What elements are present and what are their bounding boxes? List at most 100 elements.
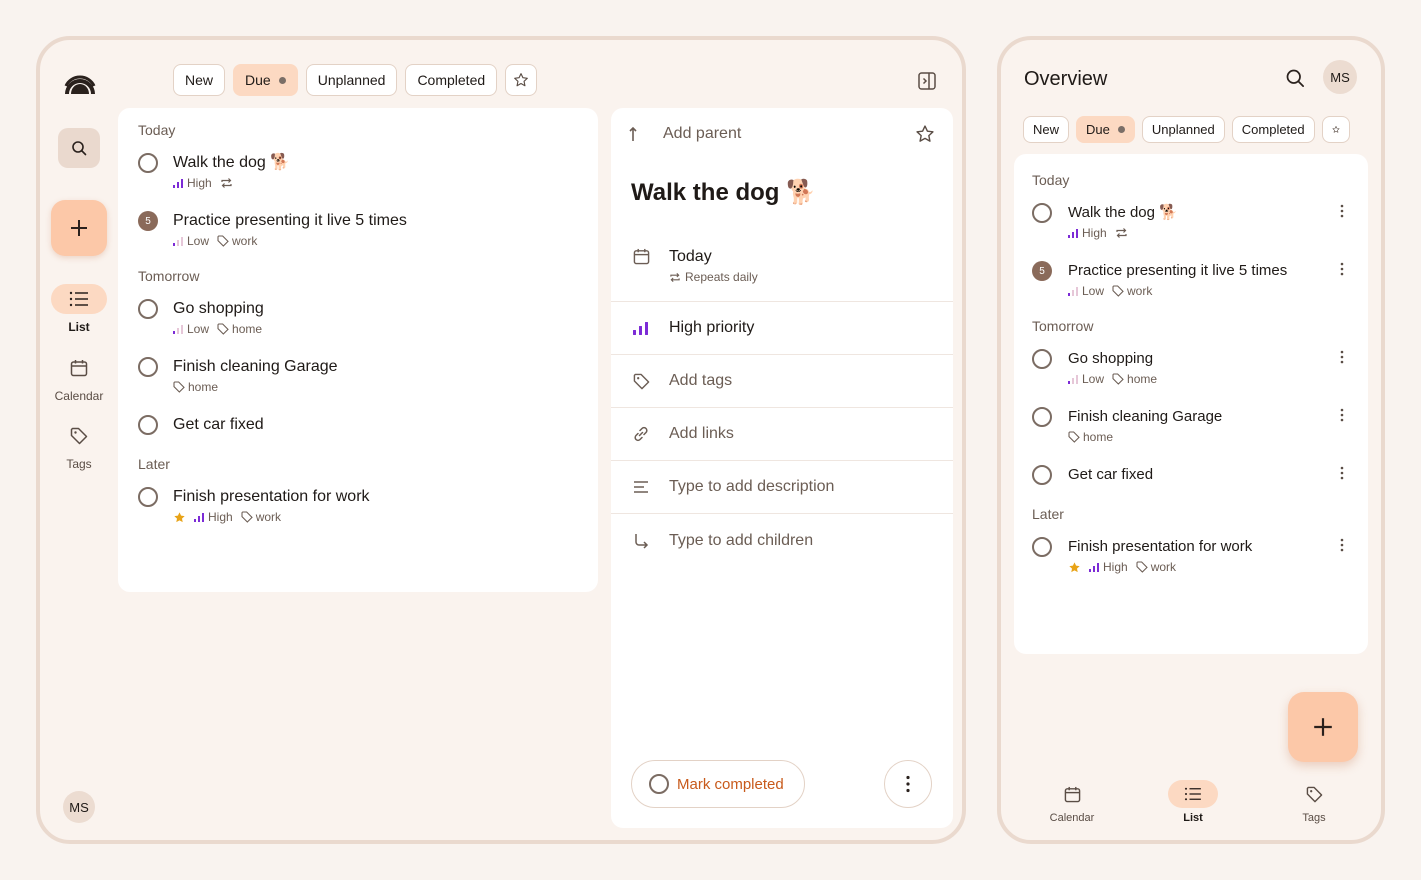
section-later: Later Finish presentation for work High … [1032, 506, 1350, 574]
occurrence-count-badge[interactable]: 5 [1032, 261, 1052, 281]
priority-label: High [208, 510, 233, 524]
description-row[interactable]: Type to add description [611, 461, 953, 514]
sidebar-item-label: List [68, 320, 90, 334]
sidebar-item-list[interactable]: List [48, 284, 110, 334]
task-title: Practice presenting it live 5 times [173, 212, 407, 229]
tag-label: home [1083, 430, 1114, 444]
task-meta: High [1068, 226, 1318, 240]
priority-high-icon [1089, 563, 1099, 572]
add-task-button[interactable] [51, 200, 107, 256]
calendar-icon [633, 248, 649, 265]
task-menu-button[interactable] [1334, 204, 1350, 218]
filter-label: Due [1086, 122, 1110, 137]
kebab-menu-icon [1340, 538, 1344, 552]
tab-label: Tags [1302, 812, 1326, 824]
add-links-label: Add links [669, 425, 734, 442]
add-tags-row[interactable]: Add tags [611, 355, 953, 408]
filter-label: Unplanned [317, 72, 386, 88]
filter-starred[interactable] [1321, 116, 1350, 143]
priority-row[interactable]: High priority [611, 302, 953, 355]
filter-completed[interactable]: Completed [405, 64, 498, 96]
tab-tags[interactable]: Tags [1278, 780, 1350, 824]
task-row[interactable]: Walk the dog 🐕 High [138, 152, 578, 190]
list-icon [1184, 787, 1201, 801]
tag-label: work [1127, 284, 1153, 298]
due-date-row[interactable]: Today Repeats daily [611, 238, 953, 302]
panel-toggle-icon[interactable] [916, 70, 938, 92]
task-row[interactable]: Finish cleaning Garage home [1032, 406, 1350, 444]
more-options-button[interactable] [884, 760, 932, 808]
tab-calendar[interactable]: Calendar [1036, 780, 1108, 824]
filter-new[interactable]: New [1023, 116, 1070, 143]
task-checkbox[interactable] [138, 415, 158, 435]
task-detail-title[interactable]: Walk the dog 🐕 [631, 178, 816, 207]
task-row[interactable]: Finish cleaning Garage home [138, 356, 578, 394]
filter-label: Due [245, 72, 271, 88]
task-checkbox[interactable] [1032, 407, 1052, 427]
add-parent-button[interactable]: Add parent [629, 122, 741, 146]
task-row[interactable]: Get car fixed [1032, 464, 1350, 486]
tag-icon [633, 373, 649, 389]
tab-label: List [1183, 812, 1203, 824]
sidebar-item-tags[interactable]: Tags [48, 421, 110, 471]
search-icon[interactable] [1285, 68, 1305, 88]
tag-icon [1112, 285, 1124, 297]
sidebar-search-button[interactable] [58, 128, 100, 168]
task-row[interactable]: 5 Practice presenting it live 5 times Lo… [138, 210, 578, 248]
user-avatar[interactable]: MS [63, 791, 95, 823]
filter-due[interactable]: Due [1076, 116, 1135, 143]
task-checkbox[interactable] [138, 487, 158, 507]
task-row[interactable]: Go shopping Low home [138, 298, 578, 336]
tag-icon [70, 427, 88, 445]
task-checkbox[interactable] [1032, 465, 1052, 485]
repeat-icon [1116, 228, 1127, 238]
task-menu-button[interactable] [1334, 538, 1350, 552]
task-checkbox[interactable] [138, 153, 158, 173]
description-placeholder: Type to add description [669, 478, 835, 495]
task-row[interactable]: Walk the dog 🐕 High [1032, 202, 1350, 240]
task-menu-button[interactable] [1334, 408, 1350, 422]
children-row[interactable]: Type to add children [611, 514, 953, 567]
section-label: Later [138, 456, 170, 472]
task-checkbox[interactable] [138, 299, 158, 319]
add-task-fab[interactable] [1288, 692, 1358, 762]
kebab-menu-icon [1340, 350, 1344, 364]
occurrence-count-badge[interactable]: 5 [138, 211, 158, 231]
task-menu-button[interactable] [1334, 350, 1350, 364]
task-checkbox[interactable] [1032, 349, 1052, 369]
mark-completed-label: Mark completed [677, 775, 784, 793]
sidebar-item-calendar[interactable]: Calendar [48, 353, 110, 403]
filter-completed[interactable]: Completed [1231, 116, 1315, 143]
star-outline-icon[interactable] [915, 124, 935, 144]
task-menu-button[interactable] [1334, 262, 1350, 276]
filter-due[interactable]: Due [233, 64, 298, 96]
task-row[interactable]: Get car fixed [138, 414, 578, 436]
user-avatar[interactable]: MS [1323, 60, 1357, 94]
task-meta: Low home [1068, 372, 1318, 386]
calendar-nav-icon-wrap [51, 353, 107, 383]
section-today: Today Walk the dog 🐕 High 5 Practice pre… [1032, 172, 1350, 298]
filter-unplanned[interactable]: Unplanned [305, 64, 398, 96]
task-row[interactable]: 5 Practice presenting it live 5 times Lo… [1032, 260, 1350, 298]
repeat-info: Repeats daily [669, 270, 758, 284]
filter-starred[interactable] [505, 64, 538, 96]
tab-list[interactable]: List [1157, 780, 1229, 824]
active-dot [1117, 126, 1125, 133]
filter-new[interactable]: New [173, 64, 226, 96]
task-title: Go shopping [1068, 350, 1154, 367]
section-label: Today [138, 122, 176, 138]
task-checkbox[interactable] [1032, 537, 1052, 557]
mark-completed-button[interactable]: Mark completed [631, 760, 805, 808]
tag-badge: home [1068, 430, 1113, 444]
task-checkbox[interactable] [138, 357, 158, 377]
task-row[interactable]: Go shopping Low home [1032, 348, 1350, 386]
task-row[interactable]: Finish presentation for work High work [138, 486, 578, 524]
task-title: Go shopping [173, 300, 264, 317]
task-checkbox[interactable] [1032, 203, 1052, 223]
add-links-row[interactable]: Add links [611, 408, 953, 461]
task-row[interactable]: Finish presentation for work High work [1032, 536, 1350, 574]
task-menu-button[interactable] [1334, 466, 1350, 480]
star-outline-icon [514, 73, 529, 87]
task-title: Finish presentation for work [173, 488, 370, 505]
filter-unplanned[interactable]: Unplanned [1141, 116, 1225, 143]
